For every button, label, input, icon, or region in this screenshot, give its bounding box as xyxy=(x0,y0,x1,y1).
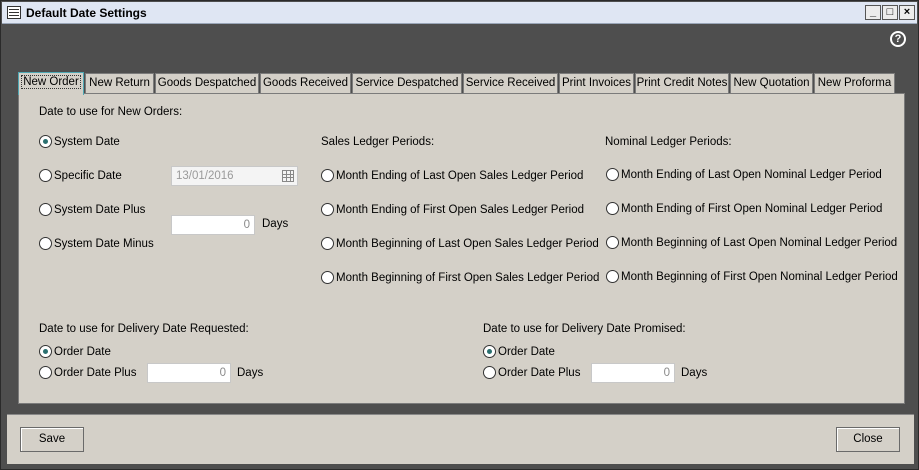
radio-system-date-plus[interactable]: System Date Plus xyxy=(39,203,145,216)
radio-specific-date[interactable]: Specific Date xyxy=(39,169,122,182)
tab-new-proforma[interactable]: New Proforma xyxy=(814,73,895,94)
title-bar: Default Date Settings _ □ × xyxy=(2,2,917,24)
radio-system-date-minus[interactable]: System Date Minus xyxy=(39,237,154,250)
tab-service-despatched[interactable]: Service Despatched xyxy=(352,73,462,94)
radio-sales-beginning-first[interactable]: Month Beginning of First Open Sales Ledg… xyxy=(321,271,599,284)
tab-goods-despatched[interactable]: Goods Despatched xyxy=(155,73,259,94)
radio-circle xyxy=(39,366,52,379)
tab-goods-received[interactable]: Goods Received xyxy=(260,73,351,94)
maximize-button[interactable]: □ xyxy=(882,5,898,20)
radio-promised-order-date[interactable]: Order Date xyxy=(483,345,555,358)
help-icon[interactable]: ? xyxy=(890,31,906,47)
radio-sales-beginning-last[interactable]: Month Beginning of Last Open Sales Ledge… xyxy=(321,237,599,250)
radio-circle xyxy=(321,169,334,182)
promised-days-field[interactable]: 0 xyxy=(591,363,675,383)
radio-nominal-beginning-first[interactable]: Month Beginning of First Open Nominal Le… xyxy=(606,270,898,283)
radio-circle xyxy=(321,271,334,284)
tab-print-credit-notes[interactable]: Print Credit Notes xyxy=(635,73,729,94)
delivery-requested-heading: Date to use for Delivery Date Requested: xyxy=(39,323,249,335)
tab-new-return[interactable]: New Return xyxy=(85,73,154,94)
radio-nominal-ending-first[interactable]: Month Ending of First Open Nominal Ledge… xyxy=(606,202,882,215)
radio-circle xyxy=(483,345,496,358)
days-label: Days xyxy=(262,218,289,230)
radio-nominal-beginning-last[interactable]: Month Beginning of Last Open Nominal Led… xyxy=(606,236,897,249)
radio-circle xyxy=(39,345,52,358)
promised-days-label: Days xyxy=(681,367,708,379)
radio-circle xyxy=(39,135,52,148)
window-icon xyxy=(7,6,21,19)
tab-print-invoices[interactable]: Print Invoices xyxy=(559,73,634,94)
radio-sales-ending-first[interactable]: Month Ending of First Open Sales Ledger … xyxy=(321,203,584,216)
specific-date-field[interactable]: 13/01/2016 xyxy=(171,166,298,186)
minimize-button[interactable]: _ xyxy=(865,5,881,20)
tab-new-quotation[interactable]: New Quotation xyxy=(730,73,813,94)
system-date-days-field[interactable]: 0 xyxy=(171,215,255,235)
radio-circle xyxy=(606,270,619,283)
radio-system-date[interactable]: System Date xyxy=(39,135,120,148)
window-title: Default Date Settings xyxy=(26,6,147,20)
radio-circle xyxy=(606,168,619,181)
footer-bar: Save Close xyxy=(7,414,914,464)
radio-promised-order-date-plus[interactable]: Order Date Plus xyxy=(483,366,580,379)
radio-circle xyxy=(606,202,619,215)
requested-days-label: Days xyxy=(237,367,264,379)
radio-circle xyxy=(39,237,52,250)
default-date-settings-window: Default Date Settings _ □ × ? New Order … xyxy=(0,0,919,470)
new-order-panel: Date to use for New Orders: System Date … xyxy=(18,93,905,404)
save-button[interactable]: Save xyxy=(20,427,84,452)
delivery-promised-heading: Date to use for Delivery Date Promised: xyxy=(483,323,686,335)
radio-requested-order-date-plus[interactable]: Order Date Plus xyxy=(39,366,136,379)
radio-circle xyxy=(39,203,52,216)
radio-nominal-ending-last[interactable]: Month Ending of Last Open Nominal Ledger… xyxy=(606,168,882,181)
tab-new-order[interactable]: New Order xyxy=(18,72,84,95)
close-window-button[interactable]: × xyxy=(899,5,915,20)
radio-circle xyxy=(39,169,52,182)
tab-service-received[interactable]: Service Received xyxy=(463,73,558,94)
requested-days-field[interactable]: 0 xyxy=(147,363,231,383)
radio-circle xyxy=(483,366,496,379)
radio-circle xyxy=(321,237,334,250)
new-orders-heading: Date to use for New Orders: xyxy=(39,106,183,118)
close-button[interactable]: Close xyxy=(836,427,900,452)
nominal-ledger-heading: Nominal Ledger Periods: xyxy=(605,136,732,148)
sales-ledger-heading: Sales Ledger Periods: xyxy=(321,136,435,148)
radio-circle xyxy=(606,236,619,249)
calendar-icon[interactable] xyxy=(282,170,294,182)
radio-sales-ending-last[interactable]: Month Ending of Last Open Sales Ledger P… xyxy=(321,169,583,182)
radio-circle xyxy=(321,203,334,216)
radio-requested-order-date[interactable]: Order Date xyxy=(39,345,111,358)
